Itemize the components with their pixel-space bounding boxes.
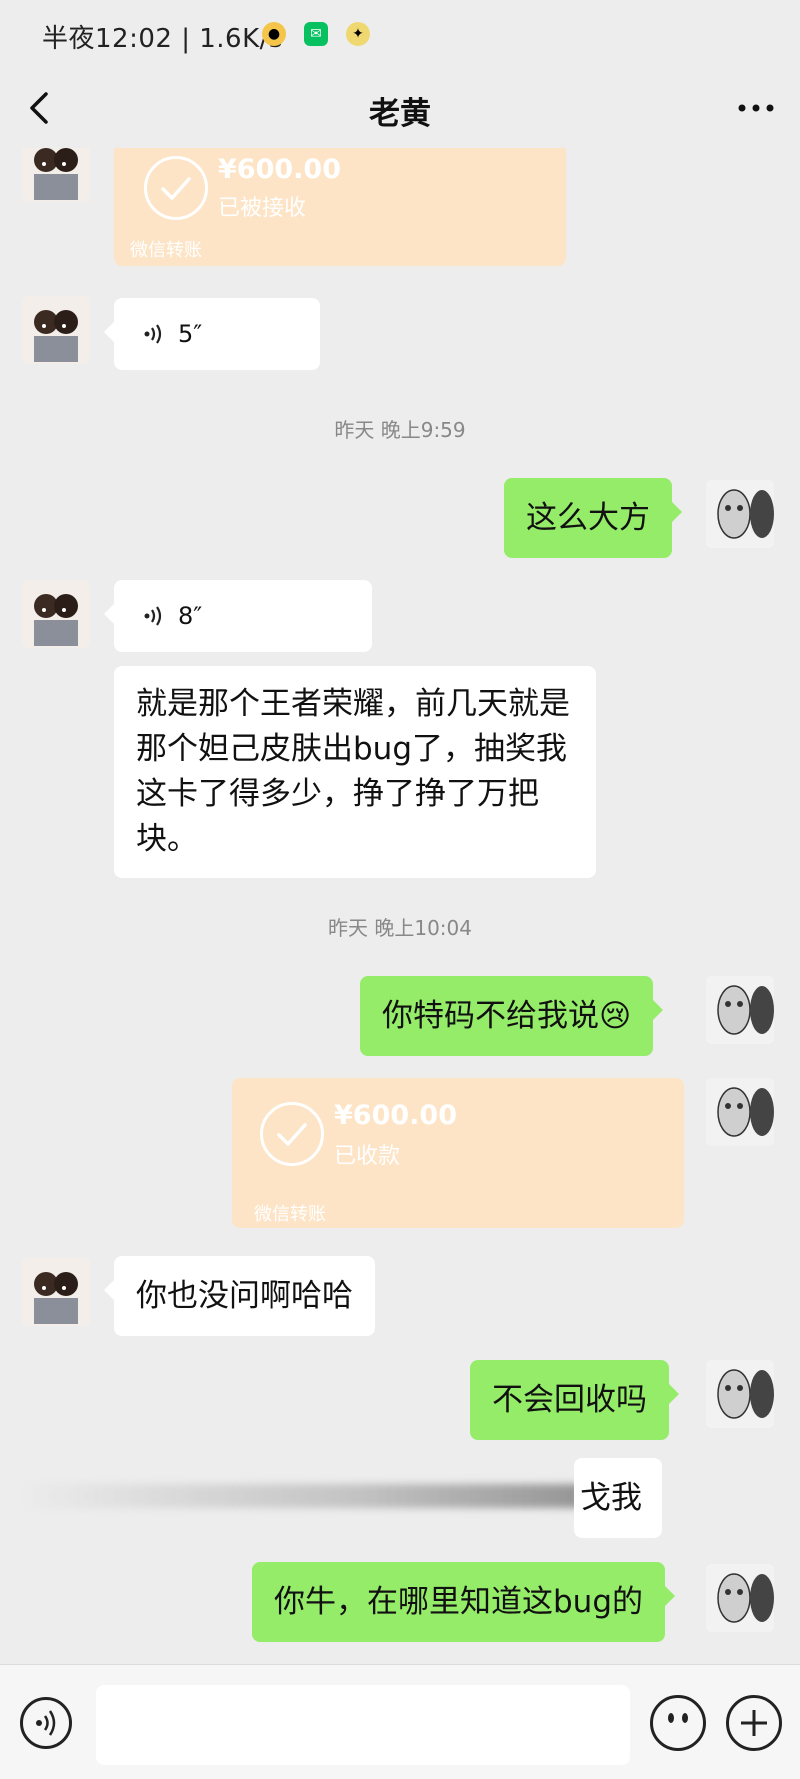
voice-duration: 8″ xyxy=(178,602,203,630)
contact-avatar[interactable] xyxy=(22,296,90,364)
emoji-icon[interactable] xyxy=(650,1695,706,1751)
status-bar: 半夜12:02 | 1.6K/s ● ✉ ✦ xyxy=(0,0,800,72)
crying-emoji-icon: 😢 xyxy=(599,998,632,1034)
chat-bubble-other[interactable]: 就是那个王者荣耀，前几天就是 那个妲己皮肤出bug了，抽奖我 这卡了得多少，挣了… xyxy=(114,666,596,878)
voice-message[interactable]: 5″ xyxy=(104,298,320,370)
message-text: 戈我 xyxy=(580,1480,642,1516)
my-avatar[interactable] xyxy=(706,976,774,1044)
status-time: 半夜12:02 | 1.6K/s xyxy=(42,24,283,54)
transfer-amount: ¥600.00 xyxy=(334,1100,457,1131)
chat-title: 老黄 xyxy=(369,96,431,132)
status-icons: ● ✉ ✦ xyxy=(262,22,370,46)
timestamp: 昨天 晚上9:59 xyxy=(334,418,466,442)
contact-avatar[interactable] xyxy=(22,580,90,648)
message-text: 这么大方 xyxy=(526,500,650,536)
chat-bubble-me[interactable]: 你牛，在哪里知道这bug的 xyxy=(252,1562,676,1642)
check-circle-icon xyxy=(144,156,208,220)
voice-duration: 5″ xyxy=(178,320,203,348)
redaction-blur xyxy=(20,1484,580,1508)
message-text: 你特码不给我说😢 xyxy=(382,998,632,1034)
timestamp: 昨天 晚上10:04 xyxy=(328,916,472,940)
app-icon: ✦ xyxy=(346,22,370,46)
chat-bubble-me[interactable]: 你特码不给我说😢 xyxy=(360,976,664,1056)
check-circle-icon xyxy=(260,1102,324,1166)
my-avatar[interactable] xyxy=(706,1078,774,1146)
message-text: 不会回收吗 xyxy=(492,1382,647,1418)
chat-bubble-me[interactable]: 这么大方 xyxy=(504,478,682,558)
voice-wave-icon xyxy=(144,606,162,626)
message-input[interactable] xyxy=(96,1685,630,1765)
wechat-icon: ✉ xyxy=(304,22,328,46)
nav-bar: 老黄 xyxy=(0,72,800,148)
my-avatar[interactable] xyxy=(706,1564,774,1632)
plus-icon[interactable] xyxy=(726,1695,782,1751)
message-text: 你牛，在哪里知道这bug的 xyxy=(274,1584,644,1620)
contact-avatar[interactable] xyxy=(22,148,90,202)
input-bar xyxy=(0,1664,800,1779)
chat-bubble-other[interactable]: 你也没问啊哈哈 xyxy=(104,1256,375,1336)
voice-icon[interactable] xyxy=(20,1697,72,1749)
transfer-status: 已收款 xyxy=(334,1144,401,1169)
my-avatar[interactable] xyxy=(706,480,774,548)
my-avatar[interactable] xyxy=(706,1360,774,1428)
transfer-footer: 微信转账 xyxy=(130,240,202,261)
message-text: 就是那个王者荣耀，前几天就是 那个妲己皮肤出bug了，抽奖我 这卡了得多少，挣了… xyxy=(136,686,570,857)
more-dots-icon[interactable] xyxy=(734,86,778,130)
chat-area[interactable]: ¥600.00 已被接收 微信转账 5″ 昨天 晚上9:59 这么大方 8″ 就… xyxy=(0,148,800,1664)
message-text: 你也没问啊哈哈 xyxy=(136,1278,353,1314)
transfer-card-received[interactable]: ¥600.00 已被接收 微信转账 xyxy=(114,148,566,266)
pet-icon: ● xyxy=(262,22,286,46)
transfer-footer: 微信转账 xyxy=(254,1204,326,1225)
transfer-card-collected[interactable]: ¥600.00 已收款 微信转账 xyxy=(232,1078,684,1228)
transfer-status: 已被接收 xyxy=(218,196,307,221)
chat-bubble-other[interactable]: 戈我 xyxy=(574,1458,662,1538)
transfer-amount: ¥600.00 xyxy=(218,154,341,185)
voice-message[interactable]: 8″ xyxy=(104,580,372,652)
contact-avatar[interactable] xyxy=(22,1258,90,1326)
chat-bubble-me[interactable]: 不会回收吗 xyxy=(470,1360,679,1440)
voice-wave-icon xyxy=(144,324,162,344)
